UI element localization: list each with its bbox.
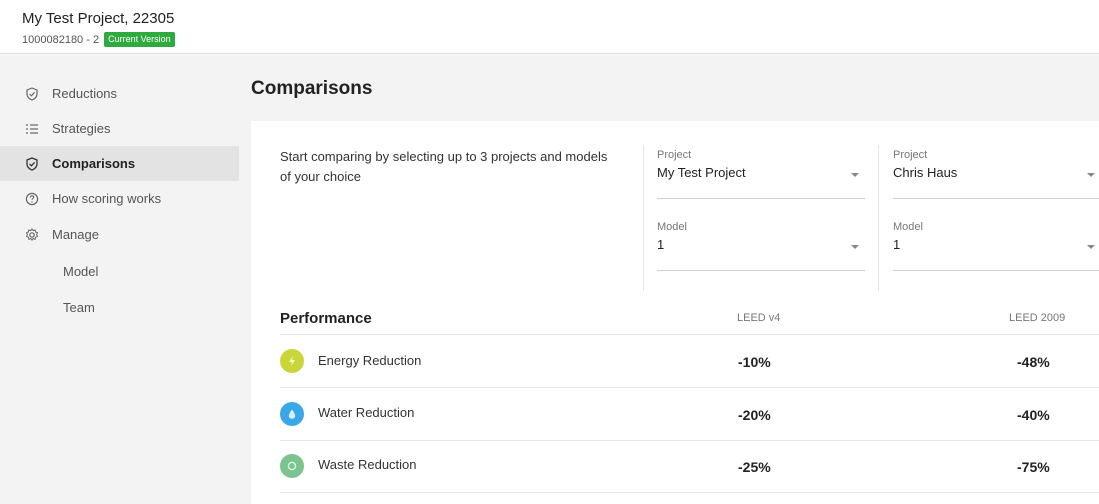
- shield-check-icon: [25, 86, 39, 101]
- row-value-leed-2009: -75%: [1017, 459, 1050, 475]
- divider: [280, 334, 1099, 335]
- project-title: My Test Project, 22305: [22, 10, 175, 27]
- chevron-down-icon: [851, 173, 859, 177]
- project-select-label: Project: [657, 149, 692, 161]
- shield-check-icon: [25, 156, 39, 171]
- performance-title: Performance: [280, 310, 372, 327]
- divider: [280, 492, 1099, 493]
- sidebar-item-label: Strategies: [52, 121, 111, 136]
- model-select-2[interactable]: Model 1: [893, 221, 1099, 271]
- divider: [878, 145, 879, 291]
- model-select-value: 1: [657, 237, 665, 252]
- project-select-value: My Test Project: [657, 165, 746, 180]
- row-value-leed-v4: -20%: [738, 407, 771, 423]
- model-select-label: Model: [657, 221, 687, 233]
- row-value-leed-v4: -10%: [738, 354, 771, 370]
- column-header-leed-v4: LEED v4: [737, 312, 781, 324]
- divider: [280, 387, 1099, 388]
- sidebar-item-label: Reductions: [52, 86, 118, 101]
- project-header: My Test Project, 22305 1000082180 - 2 Cu…: [0, 0, 1099, 54]
- gear-icon: [25, 227, 39, 242]
- model-select-label: Model: [893, 221, 923, 233]
- column-header-leed-2009: LEED 2009: [1009, 312, 1066, 324]
- sidebar-subitem-team[interactable]: Team: [63, 300, 95, 315]
- intro-text: Start comparing by selecting up to 3 pro…: [280, 149, 608, 184]
- project-select-1[interactable]: Project My Test Project: [657, 149, 865, 199]
- chevron-down-icon: [851, 245, 859, 249]
- project-select-value: Chris Haus: [893, 165, 958, 180]
- sidebar-item-comparisons[interactable]: Comparisons: [0, 146, 239, 181]
- sidebar: Reductions Strategies Comparisons How sc…: [0, 55, 239, 504]
- sidebar-item-manage[interactable]: Manage: [0, 217, 239, 252]
- divider: [280, 440, 1099, 441]
- project-select-2[interactable]: Project Chris Haus: [893, 149, 1099, 199]
- lightning-icon: [280, 349, 304, 373]
- sidebar-item-strategies[interactable]: Strategies: [0, 111, 239, 146]
- model-select-value: 1: [893, 237, 901, 252]
- chevron-down-icon: [1087, 245, 1095, 249]
- project-select-label: Project: [893, 149, 928, 161]
- project-id: 1000082180 - 2: [22, 33, 100, 46]
- sidebar-item-reductions[interactable]: Reductions: [0, 76, 239, 111]
- comparison-card: Start comparing by selecting up to 3 pro…: [251, 121, 1099, 504]
- list-icon: [25, 122, 39, 136]
- question-circle-icon: [25, 192, 39, 206]
- sidebar-item-label: Manage: [52, 227, 99, 242]
- divider: [643, 145, 644, 291]
- project-subtitle: 1000082180 - 2 Current Version: [22, 32, 175, 47]
- row-label: Energy Reduction: [318, 353, 422, 368]
- sidebar-subitem-model[interactable]: Model: [63, 264, 98, 279]
- row-value-leed-2009: -40%: [1017, 407, 1050, 423]
- sidebar-item-label: Comparisons: [52, 156, 136, 171]
- row-value-leed-2009: -48%: [1017, 354, 1050, 370]
- recycle-icon: [280, 454, 304, 478]
- row-value-leed-v4: -25%: [738, 459, 771, 475]
- model-select-1[interactable]: Model 1: [657, 221, 865, 271]
- row-label: Water Reduction: [318, 405, 415, 420]
- row-label: Waste Reduction: [318, 457, 417, 472]
- version-badge: Current Version: [104, 32, 175, 47]
- sidebar-item-how-scoring-works[interactable]: How scoring works: [0, 181, 239, 216]
- water-drop-icon: [280, 402, 304, 426]
- chevron-down-icon: [1087, 173, 1095, 177]
- main-content: Comparisons Start comparing by selecting…: [239, 55, 1099, 504]
- page-title: Comparisons: [251, 78, 373, 99]
- sidebar-item-label: How scoring works: [52, 191, 162, 206]
